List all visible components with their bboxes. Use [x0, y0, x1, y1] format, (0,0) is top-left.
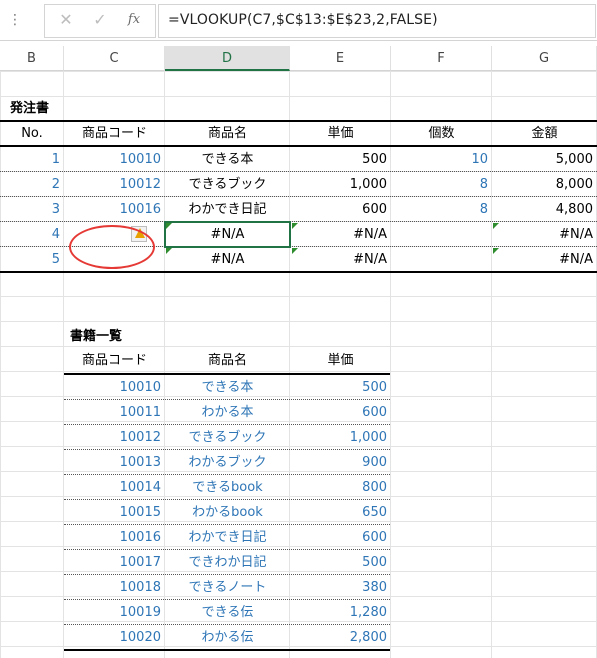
order-row-no[interactable]: 3 — [0, 197, 64, 222]
order-header-amount: 金額 — [531, 126, 558, 141]
book-row-code[interactable]: 10016 — [64, 525, 165, 550]
order-row-qty[interactable]: 8 — [391, 197, 492, 222]
order-row-amount[interactable]: 8,000 — [492, 172, 597, 197]
insert-function-icon[interactable]: fx — [123, 10, 145, 30]
book-row-price[interactable]: 500 — [290, 550, 391, 575]
book-row-code[interactable]: 10019 — [64, 600, 165, 625]
error-indicator-icon[interactable] — [292, 223, 298, 229]
column-header-d[interactable]: D — [165, 46, 290, 71]
book-row-name[interactable]: できる本 — [165, 375, 290, 400]
book-row-name[interactable]: できわか日記 — [165, 550, 290, 575]
order-row-no[interactable]: 1 — [0, 147, 64, 172]
book-row-price[interactable]: 600 — [290, 400, 391, 425]
enter-icon[interactable]: ✓ — [89, 10, 111, 30]
column-header-b[interactable]: B — [0, 46, 64, 71]
order-row-code[interactable]: 10010 — [64, 147, 165, 172]
more-options-icon[interactable]: ⋮ — [8, 12, 22, 28]
order-row-name[interactable]: わかでき日記 — [165, 197, 290, 222]
annotation-circle — [69, 225, 155, 269]
book-row-price[interactable]: 380 — [290, 575, 391, 600]
order-row-price[interactable]: #N/A — [290, 222, 391, 247]
order-title: 発注書 — [10, 101, 50, 116]
order-row-no[interactable]: 4 — [0, 222, 64, 247]
book-row-name[interactable]: わかるブック — [165, 450, 290, 475]
order-header-price: 単価 — [327, 126, 354, 141]
book-row-code[interactable]: 10020 — [64, 625, 165, 650]
book-row-name[interactable]: わかる本 — [165, 400, 290, 425]
book-row-code[interactable]: 10012 — [64, 425, 165, 450]
column-header-g[interactable]: G — [492, 46, 597, 71]
book-row-price[interactable]: 600 — [290, 525, 391, 550]
order-row-qty[interactable] — [391, 247, 492, 272]
order-row-no[interactable]: 5 — [0, 247, 64, 272]
book-row-code[interactable]: 10013 — [64, 450, 165, 475]
order-row-qty[interactable]: 8 — [391, 172, 492, 197]
order-header-code: 商品コード — [81, 126, 147, 141]
book-row-name[interactable]: わかでき日記 — [165, 525, 290, 550]
books-header-code: 商品コード — [81, 353, 147, 368]
book-row-price[interactable]: 800 — [290, 475, 391, 500]
order-header-qty: 個数 — [428, 126, 455, 141]
order-row-qty[interactable]: 10 — [391, 147, 492, 172]
error-indicator-icon[interactable] — [166, 223, 172, 229]
book-row-name[interactable]: できるbook — [165, 475, 290, 500]
book-row-price[interactable]: 2,800 — [290, 625, 391, 650]
formula-buttons: ✕ ✓ fx — [44, 4, 156, 38]
cancel-icon[interactable]: ✕ — [55, 10, 77, 30]
book-row-code[interactable]: 10017 — [64, 550, 165, 575]
book-row-code[interactable]: 10011 — [64, 400, 165, 425]
book-row-name[interactable]: わかるbook — [165, 500, 290, 525]
error-indicator-icon[interactable] — [493, 223, 499, 229]
error-indicator-icon[interactable] — [493, 248, 499, 254]
order-row-amount[interactable]: 4,800 — [492, 197, 597, 222]
order-row-name[interactable]: #N/A — [165, 247, 290, 272]
books-header-name: 商品名 — [207, 353, 247, 368]
order-row-amount[interactable]: #N/A — [492, 247, 597, 272]
books-header-price: 単価 — [327, 353, 354, 368]
order-row-price[interactable]: 600 — [290, 197, 391, 222]
order-row-price[interactable]: #N/A — [290, 247, 391, 272]
book-row-price[interactable]: 1,280 — [290, 600, 391, 625]
book-row-price[interactable]: 1,000 — [290, 425, 391, 450]
book-row-code[interactable]: 10010 — [64, 375, 165, 400]
order-row-code[interactable]: 10012 — [64, 172, 165, 197]
book-row-name[interactable]: できる伝 — [165, 600, 290, 625]
book-row-price[interactable]: 500 — [290, 375, 391, 400]
book-row-code[interactable]: 10014 — [64, 475, 165, 500]
column-header-e[interactable]: E — [290, 46, 391, 71]
error-indicator-icon[interactable] — [166, 248, 172, 254]
order-row-code[interactable]: 10016 — [64, 197, 165, 222]
column-header-f[interactable]: F — [391, 46, 492, 71]
books-title: 書籍一覧 — [70, 329, 123, 344]
book-row-name[interactable]: できるノート — [165, 575, 290, 600]
book-row-code[interactable]: 10018 — [64, 575, 165, 600]
formula-text: =VLOOKUP(C7,$C$13:$E$23,2,FALSE) — [168, 12, 438, 28]
book-row-name[interactable]: できるブック — [165, 425, 290, 450]
order-header-no: No. — [21, 126, 43, 141]
formula-bar: ⋮ ✕ ✓ fx =VLOOKUP(C7,$C$13:$E$23,2,FALSE… — [0, 0, 597, 41]
book-row-price[interactable]: 900 — [290, 450, 391, 475]
active-cell-selection[interactable] — [164, 221, 291, 248]
order-row-name[interactable]: できる本 — [165, 147, 290, 172]
order-header-name: 商品名 — [207, 126, 247, 141]
order-row-name[interactable]: できるブック — [165, 172, 290, 197]
order-row-amount[interactable]: 5,000 — [492, 147, 597, 172]
book-row-price[interactable]: 650 — [290, 500, 391, 525]
book-row-name[interactable]: わかる伝 — [165, 625, 290, 650]
error-indicator-icon[interactable] — [292, 248, 298, 254]
order-row-price[interactable]: 1,000 — [290, 172, 391, 197]
order-row-qty[interactable] — [391, 222, 492, 247]
book-row-code[interactable]: 10015 — [64, 500, 165, 525]
order-row-no[interactable]: 2 — [0, 172, 64, 197]
column-header-c[interactable]: C — [64, 46, 165, 71]
order-row-price[interactable]: 500 — [290, 147, 391, 172]
order-row-amount[interactable]: #N/A — [492, 222, 597, 247]
formula-input[interactable]: =VLOOKUP(C7,$C$13:$E$23,2,FALSE) — [158, 4, 596, 38]
